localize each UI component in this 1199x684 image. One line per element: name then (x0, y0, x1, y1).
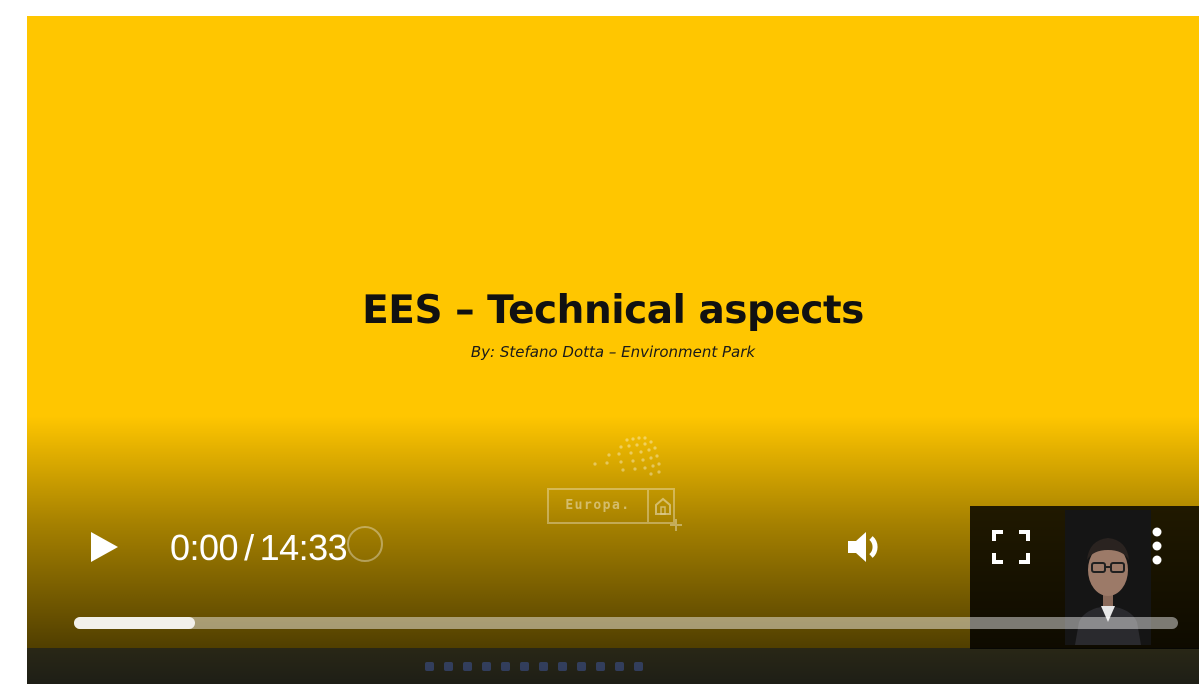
volume-button[interactable] (844, 528, 890, 566)
time-display: 0:00/14:33 (170, 527, 348, 569)
page: EES – Technical aspects By: Stefano Dott… (0, 0, 1199, 684)
progress-buffered (74, 617, 196, 629)
play-icon (91, 532, 118, 562)
duration: 14:33 (259, 527, 348, 568)
time-separator: / (244, 527, 254, 568)
europa-logo-text: Europa. (565, 498, 631, 513)
house-icon (655, 497, 671, 515)
background-taskbar (27, 648, 1199, 684)
slide-subtitle: By: Stefano Dotta – Environment Park (470, 343, 756, 361)
hover-ring (347, 526, 383, 562)
play-button[interactable] (85, 527, 125, 567)
slide-title: EES – Technical aspects (362, 288, 864, 333)
current-time: 0:00 (170, 527, 239, 568)
more-options-button[interactable] (1145, 524, 1169, 568)
volume-icon (848, 532, 878, 562)
europa-logo: Europa. (545, 432, 720, 542)
more-vertical-icon (1152, 527, 1162, 565)
fullscreen-icon (992, 530, 1030, 564)
progress-bar[interactable] (74, 617, 1178, 629)
fullscreen-button[interactable] (989, 527, 1033, 567)
video-player[interactable]: EES – Technical aspects By: Stefano Dott… (27, 16, 1199, 684)
